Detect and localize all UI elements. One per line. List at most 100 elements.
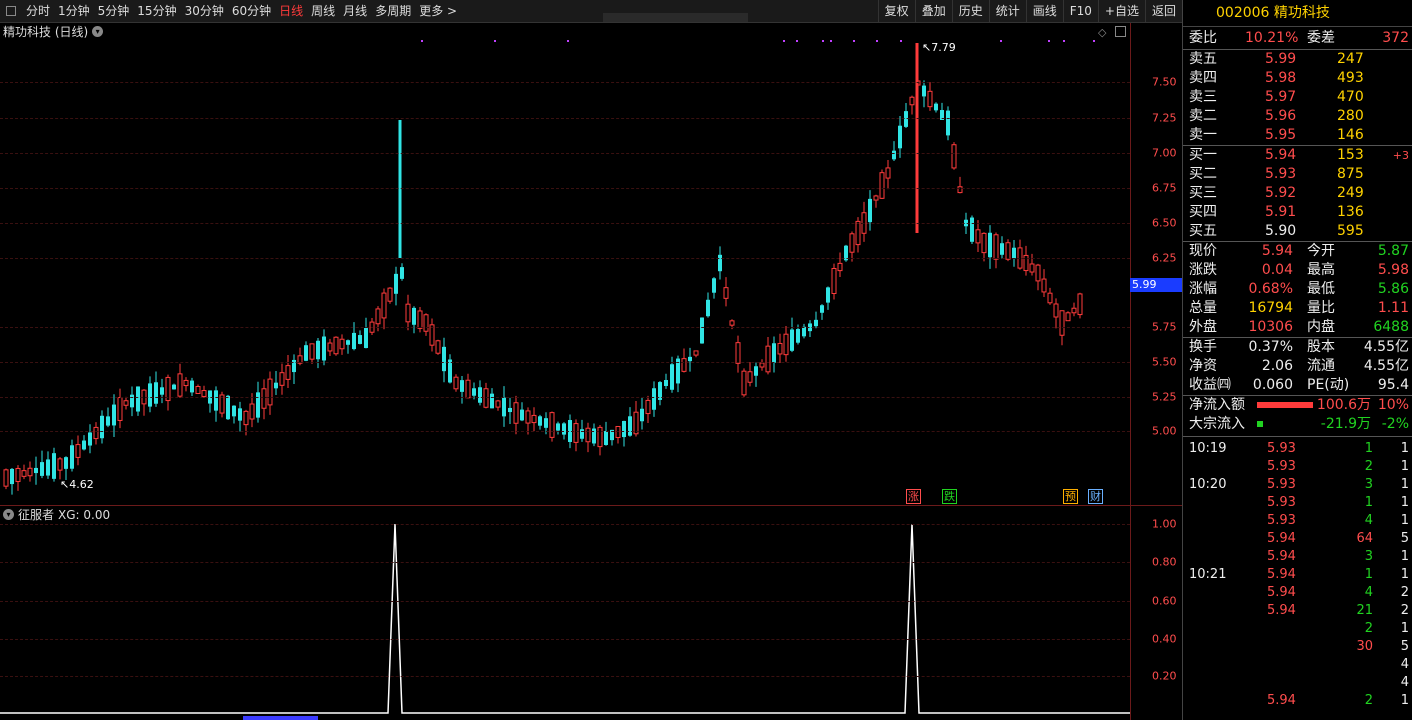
candle-body bbox=[57, 458, 63, 471]
toolbar-button-2[interactable]: 历史 bbox=[951, 0, 989, 22]
tick-count: 1 bbox=[1400, 477, 1409, 492]
toolbar-button-0[interactable]: 复权 bbox=[877, 0, 915, 22]
candle-body bbox=[100, 415, 104, 439]
tick-count: 1 bbox=[1400, 513, 1409, 528]
tick-list[interactable]: 10:19 5.93 1 1 5.93 2 1 10:20 5.93 3 1 5.93 1 1 5.93 4 1… bbox=[1183, 437, 1412, 710]
sell-level-label: 卖四 bbox=[1189, 70, 1217, 86]
candle-body bbox=[243, 410, 249, 426]
tab-period-3[interactable]: 15分钟 bbox=[133, 0, 180, 22]
tick-row: 5.93 4 1 bbox=[1183, 512, 1412, 530]
tick-volume: 4 bbox=[1364, 585, 1373, 600]
candle-body bbox=[226, 395, 230, 420]
event-marker[interactable]: 跌 bbox=[942, 489, 957, 504]
chart-scrollbar[interactable] bbox=[243, 716, 318, 720]
panel-toggle-icon[interactable] bbox=[6, 6, 16, 16]
event-marker[interactable]: 预 bbox=[1063, 489, 1078, 504]
kline-chart[interactable]: 精功科技 (日线) ▾ 7.50 7.25 7.00 6.75 6.50 6.25 5.75… bbox=[0, 23, 1182, 506]
candle-body bbox=[1035, 264, 1041, 282]
candle-body bbox=[46, 459, 50, 476]
candle-body bbox=[1077, 293, 1083, 316]
tab-period-5[interactable]: 60分钟 bbox=[228, 0, 275, 22]
tab-period-2[interactable]: 5分钟 bbox=[94, 0, 134, 22]
stat-row: 外盘 10306 内盘 6488 bbox=[1183, 318, 1412, 337]
toolbar-button-3[interactable]: 统计 bbox=[988, 0, 1026, 22]
gridline bbox=[0, 601, 1130, 602]
candle-body bbox=[358, 335, 362, 344]
tab-period-7[interactable]: 周线 bbox=[307, 0, 339, 22]
stat-value: 5.87 bbox=[1377, 243, 1409, 259]
tick-count: 1 bbox=[1400, 495, 1409, 510]
candle-body bbox=[346, 340, 350, 345]
candle-body bbox=[615, 425, 621, 439]
candle-body bbox=[622, 420, 626, 438]
indicator-tick-label: 0.40 bbox=[1152, 632, 1177, 646]
stat-value: 5.94 bbox=[1261, 243, 1293, 259]
tab-period-10[interactable]: 更多 > bbox=[415, 0, 461, 22]
tick-row: 5.93 2 1 bbox=[1183, 458, 1412, 476]
candle-body bbox=[232, 405, 236, 417]
candle-body bbox=[706, 299, 710, 317]
stat-label: 量比 bbox=[1307, 300, 1335, 316]
tab-period-4[interactable]: 30分钟 bbox=[181, 0, 228, 22]
indicator-chart[interactable]: ▾ 征服者 XG: 0.00 1.00 0.80 0.60 0.40 0.20 bbox=[0, 506, 1182, 720]
tab-period-0[interactable]: 分时 bbox=[22, 0, 54, 22]
toolbar-button-6[interactable]: +自选 bbox=[1097, 0, 1145, 22]
event-marker[interactable]: 涨 bbox=[906, 489, 921, 504]
diamond-icon[interactable]: ◇ bbox=[1098, 26, 1106, 39]
stat-value: 16794 bbox=[1248, 300, 1293, 316]
tick-volume: 1 bbox=[1364, 495, 1373, 510]
candle-body bbox=[1047, 292, 1053, 304]
tick-price: 5.94 bbox=[1267, 567, 1296, 582]
toolbar-button-7[interactable]: 返回 bbox=[1144, 0, 1182, 22]
stat-label: 最高 bbox=[1307, 262, 1335, 278]
buy-level-label: 买一 bbox=[1189, 147, 1217, 163]
candle-body bbox=[922, 85, 926, 97]
toolbar-button-5[interactable]: F10 bbox=[1062, 0, 1098, 22]
candle-body bbox=[831, 268, 837, 294]
price-tick-label: 5.00 bbox=[1152, 424, 1177, 438]
event-marker[interactable]: 财 bbox=[1088, 489, 1103, 504]
candle-body bbox=[652, 388, 656, 410]
weibi-value: 10.21% bbox=[1245, 30, 1299, 46]
toolbar-button-4[interactable]: 画线 bbox=[1025, 0, 1063, 22]
candle-body bbox=[549, 412, 555, 438]
candle-body bbox=[1012, 247, 1016, 259]
toolbar-button-1[interactable]: 叠加 bbox=[914, 0, 952, 22]
fund-row: 收益㈣ 0.060 PE(动) 95.4 bbox=[1183, 376, 1412, 395]
candle-body bbox=[285, 365, 291, 380]
stat-row: 总量 16794 量比 1.11 bbox=[1183, 299, 1412, 318]
candle-body bbox=[735, 342, 741, 364]
candle-body bbox=[573, 423, 579, 443]
fund-row: 换手 0.37% 股本 4.55亿 bbox=[1183, 338, 1412, 357]
maximize-icon[interactable] bbox=[1115, 26, 1126, 37]
tick-count: 2 bbox=[1400, 585, 1409, 600]
tab-period-8[interactable]: 月线 bbox=[339, 0, 371, 22]
sell-row: 卖一 5.95 146 bbox=[1183, 126, 1412, 145]
candle-body bbox=[465, 379, 471, 399]
tick-row: 10:20 5.93 3 1 bbox=[1183, 476, 1412, 494]
candle-body bbox=[1029, 263, 1035, 273]
tick-volume: 2 bbox=[1364, 693, 1373, 708]
candle-body bbox=[27, 467, 33, 477]
tab-period-6[interactable]: 日线 bbox=[275, 0, 307, 22]
candle-body bbox=[885, 167, 891, 179]
buy-change: +3 bbox=[1392, 149, 1409, 162]
flow-value: 100.6万 bbox=[1316, 397, 1371, 413]
candle-body bbox=[478, 387, 482, 403]
gridline bbox=[0, 188, 1130, 189]
sell-level-label: 卖三 bbox=[1189, 89, 1217, 105]
candle-body bbox=[442, 346, 446, 372]
buy-row: 买三 5.92 249 bbox=[1183, 184, 1412, 203]
tab-period-1[interactable]: 1分钟 bbox=[54, 0, 94, 22]
candle-body bbox=[820, 305, 824, 313]
candle-body bbox=[177, 373, 183, 397]
candle-body bbox=[1005, 242, 1011, 260]
tick-price: 5.94 bbox=[1267, 693, 1296, 708]
candle-body bbox=[934, 103, 938, 111]
candle-body bbox=[1071, 307, 1077, 314]
tab-period-9[interactable]: 多周期 bbox=[371, 0, 415, 22]
current-price-tag: 5.99 bbox=[1130, 278, 1182, 292]
candle-body bbox=[765, 345, 771, 373]
signal-dot bbox=[900, 40, 902, 42]
toolbar-actions: 复权 叠加 历史 统计 画线 F10 +自选 返回 bbox=[877, 0, 1182, 22]
